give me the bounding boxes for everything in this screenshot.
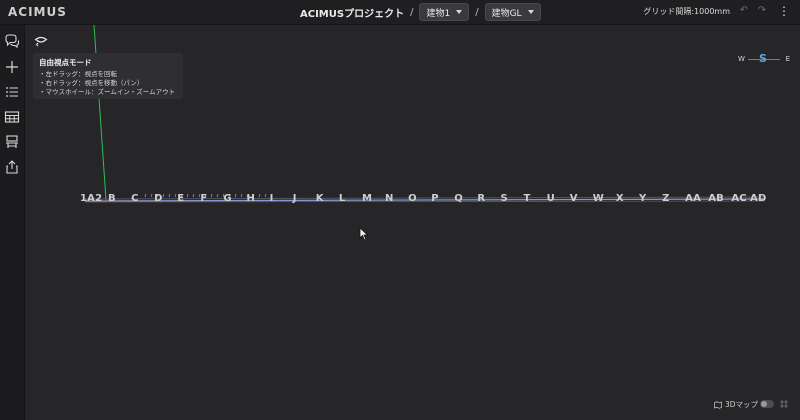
grid-axis-label: J	[292, 193, 297, 204]
y-axis-line	[93, 25, 107, 201]
grid-axis-label: P	[431, 193, 439, 204]
mode-help-line: ・左ドラッグ：視点を回転	[39, 70, 117, 78]
mode-title: 自由視点モード	[39, 58, 92, 67]
top-bar: ACIMUS ACIMUSプロジェクト / 建物1 / 建物GL グリッド間隔:…	[0, 0, 800, 25]
grid-axis-labels: 1A2 B C D E F G H I J K L M N O P Q R S T U V W X Y Z AA AB AC AD	[80, 193, 780, 207]
compass-south: S	[759, 52, 767, 65]
grid-axis-label: S	[500, 193, 508, 204]
mouse-cursor-icon	[359, 227, 369, 241]
grid-axis-label: V	[569, 193, 578, 204]
switch-knob	[761, 401, 767, 407]
more-menu-icon[interactable]: ⋮	[778, 4, 790, 18]
grid-axis-label: L	[338, 193, 346, 204]
floor-select-value: 建物GL	[491, 8, 522, 19]
undo-icon[interactable]: ↶	[738, 5, 750, 17]
grid-axis-label: Z	[662, 193, 670, 204]
free-view-mode-button[interactable]	[32, 33, 50, 47]
compass-west: W	[738, 55, 745, 63]
grid-axis-label: D	[154, 193, 163, 204]
grid-axis-label: AD	[750, 193, 767, 204]
grid-settings-icon[interactable]	[779, 399, 789, 409]
grid-axis-label: Y	[638, 193, 647, 204]
grid-axis-label: G	[223, 193, 232, 204]
grid-axis-label: 1A2	[80, 193, 103, 204]
grid-axis-label: C	[131, 193, 139, 204]
project-title[interactable]: ACIMUSプロジェクト	[300, 5, 404, 20]
mode-help-line: ・マウスホイール：ズームイン・ズームアウト	[39, 88, 176, 96]
add-icon[interactable]	[4, 59, 20, 75]
grid-axis-label: E	[177, 193, 185, 204]
share-icon[interactable]	[4, 159, 20, 175]
grid-spacing-label[interactable]: グリッド間隔:1000mm	[643, 6, 730, 17]
grid-axis-label: AA	[685, 193, 702, 204]
grid-axis-label: O	[408, 193, 417, 204]
grid-axis-label: I	[269, 193, 274, 204]
grid-axis-label: K	[315, 193, 324, 204]
3d-map-toggle[interactable]: 3Dマップ	[714, 399, 758, 410]
compass-east: E	[785, 55, 790, 63]
building-select-value: 建物1	[426, 8, 451, 19]
redo-icon[interactable]: ↷	[756, 5, 768, 17]
mode-help-line: ・右ドラッグ：視点を移動（パン）	[39, 79, 144, 87]
grid-axis-label: M	[361, 193, 373, 204]
left-toolbar	[0, 25, 25, 420]
map-icon	[714, 400, 722, 409]
app-logo[interactable]: ACIMUS	[8, 5, 67, 19]
table-icon[interactable]	[4, 109, 20, 125]
rotate-view-icon	[34, 36, 48, 47]
3d-viewport[interactable]: 自由視点モード ・左ドラッグ：視点を回転 ・右ドラッグ：視点を移動（パン） ・マ…	[25, 25, 800, 420]
floor-select[interactable]: 建物GL	[484, 3, 541, 21]
grid-axis-label: B	[108, 193, 116, 204]
breadcrumb: ACIMUSプロジェクト / 建物1 / 建物GL	[300, 3, 541, 21]
building-select[interactable]: 建物1	[419, 3, 470, 21]
grid-axis-label: H	[246, 193, 256, 204]
chat-icon[interactable]	[4, 33, 20, 49]
grid-axis-label: AC	[731, 193, 747, 204]
compass[interactable]: W S E	[738, 52, 790, 66]
list-icon[interactable]	[4, 84, 20, 100]
grid-axis-label: X	[615, 193, 624, 204]
grid-axis-label: T	[523, 193, 531, 204]
mode-help-panel: 自由視点モード ・左ドラッグ：視点を回転 ・右ドラッグ：視点を移動（パン） ・マ…	[33, 53, 183, 99]
chevron-down-icon	[527, 10, 534, 14]
breadcrumb-separator: /	[475, 6, 479, 18]
grid-axis-label: N	[385, 193, 394, 204]
chevron-down-icon	[456, 10, 463, 14]
grid-axis-label: Q	[454, 193, 463, 204]
grid-axis-label: F	[200, 193, 208, 204]
grid-axis-label: U	[546, 193, 555, 204]
grid-axis-label: AB	[708, 193, 724, 204]
furniture-icon[interactable]	[4, 134, 20, 150]
grid-axis-label: W	[592, 193, 605, 204]
3d-map-switch[interactable]	[760, 400, 774, 408]
map-label: 3Dマップ	[724, 400, 758, 409]
breadcrumb-separator: /	[410, 6, 414, 18]
grid-axis-label: R	[477, 193, 486, 204]
